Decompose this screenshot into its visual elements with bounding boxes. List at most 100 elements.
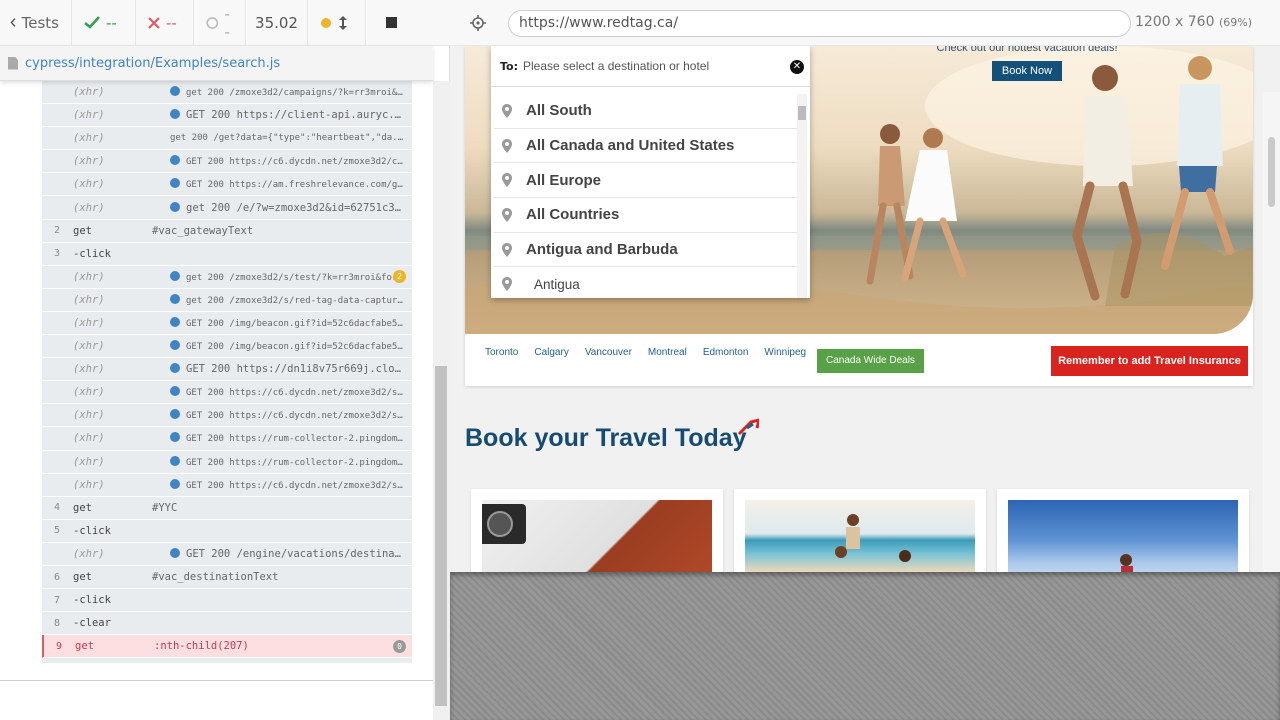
destination-option[interactable]: All South bbox=[494, 94, 797, 129]
travel-card-3[interactable] bbox=[997, 489, 1249, 572]
destination-dropdown: To: ✕ All South All Canada and United Sta… bbox=[491, 46, 810, 298]
command-row-error[interactable]: 9 get:nth-child(207) 0 bbox=[42, 635, 412, 659]
travel-card-2[interactable] bbox=[734, 489, 986, 572]
city-link-toronto[interactable]: Toronto bbox=[485, 347, 518, 358]
command-message-text: get 200 /zmoxe3d2/s/test/?k=rr3mroi&form… bbox=[186, 272, 406, 283]
command-row[interactable]: (xhr) get 200 /zmoxe3d2/campaigns/?k=rr3m… bbox=[42, 81, 412, 105]
command-row[interactable]: 4 get #YYC bbox=[42, 497, 412, 520]
destination-scrollbar[interactable] bbox=[797, 94, 807, 298]
command-row[interactable]: 8 -clear bbox=[42, 612, 412, 636]
canada-wide-deals-button[interactable]: Canada Wide Deals bbox=[817, 349, 924, 373]
xhr-status-dot-icon bbox=[170, 86, 180, 97]
command-message: GET 200 /img/beacon.gif?id=52c6dacfabe53… bbox=[170, 316, 406, 329]
command-row[interactable]: (xhr) GET 200 https://c6.dycdn.net/zmoxe3… bbox=[42, 150, 412, 174]
command-number: 4 bbox=[54, 502, 61, 514]
command-message: get 200 /get?data={"type":"heartbeat","d… bbox=[170, 133, 406, 143]
command-row[interactable]: (xhr) GET 200 /img/beacon.gif?id=52c6dacf… bbox=[42, 312, 412, 336]
command-message: get 200 /e/?w=zmoxe3d2&id=62751c32... bbox=[170, 201, 406, 214]
check-icon bbox=[84, 16, 100, 29]
city-link-montreal[interactable]: Montreal bbox=[648, 347, 687, 358]
stop-button[interactable] bbox=[366, 0, 416, 46]
map-pin-icon bbox=[502, 277, 512, 292]
command-row[interactable]: 7 -click bbox=[42, 589, 412, 613]
command-name: (xhr) bbox=[73, 86, 105, 99]
command-message-text: GET 200 https://c6.dycdn.net/zmoxe3d2/s/… bbox=[186, 388, 406, 399]
travel-insurance-button[interactable]: Remember to add Travel Insurance bbox=[1051, 346, 1248, 376]
command-row[interactable]: (xhr) GET 200 https://rum-collector-2.pin… bbox=[42, 451, 412, 474]
command-message-text: GET 200 /img/beacon.gif?id=52c6dacfabe53… bbox=[186, 342, 406, 353]
viewport-scale: (69%) bbox=[1218, 16, 1252, 29]
command-name: get bbox=[73, 224, 92, 237]
command-row[interactable]: 2 get #vac_gatewayText bbox=[42, 220, 412, 243]
aut-scroll-thumb[interactable] bbox=[1268, 137, 1275, 207]
xhr-status-dot-icon bbox=[170, 547, 180, 558]
command-message: get 200 /zmoxe3d2/s/test/?k=rr3mroi&form… bbox=[170, 270, 406, 283]
command-number: 7 bbox=[54, 594, 61, 606]
to-label: To: bbox=[500, 59, 518, 73]
command-row[interactable]: (xhr) GET 200 https://client-api.auryc.c.… bbox=[42, 104, 412, 128]
destination-label: Antigua and Barbuda bbox=[526, 241, 678, 259]
command-name: (xhr) bbox=[73, 132, 105, 145]
destination-input[interactable] bbox=[523, 59, 783, 73]
clear-icon[interactable]: ✕ bbox=[790, 60, 804, 74]
command-name: (xhr) bbox=[73, 155, 105, 168]
command-name: (xhr) bbox=[73, 363, 105, 376]
destination-option[interactable]: Antigua bbox=[494, 267, 797, 298]
command-message: get 200 /zmoxe3d2/campaigns/?k=rr3mroi&d… bbox=[170, 86, 406, 98]
command-number: 5 bbox=[54, 525, 61, 537]
command-row[interactable]: (xhr) get 200 /get?data={"type":"heartbea… bbox=[42, 127, 412, 151]
destination-option[interactable]: Antigua and Barbuda bbox=[494, 233, 797, 268]
destination-option[interactable]: All Countries bbox=[494, 198, 797, 233]
book-now-button[interactable]: Book Now bbox=[991, 61, 1063, 81]
command-row[interactable]: (xhr) get 200 /zmoxe3d2/s/red-tag-data-ca… bbox=[42, 289, 412, 312]
command-row[interactable]: (xhr) GET 200 https://am.freshrelevance.c… bbox=[42, 173, 412, 197]
command-message-text: GET 200 https://c6.dycdn.net/zmoxe3d2/s/… bbox=[186, 411, 406, 422]
woman-figure bbox=[1120, 554, 1133, 572]
city-link-calgary[interactable]: Calgary bbox=[534, 347, 568, 358]
selector-playground-icon[interactable] bbox=[470, 15, 486, 31]
destination-field[interactable]: To: ✕ bbox=[491, 46, 810, 87]
command-message-text: GET 200 https://am.freshrelevance.com/ge… bbox=[186, 180, 406, 191]
city-link-vancouver[interactable]: Vancouver bbox=[585, 347, 632, 358]
command-row[interactable]: (xhr) get 200 /e/?w=zmoxe3d2&id=62751c32.… bbox=[42, 196, 412, 220]
spec-file-bar[interactable]: cypress/integration/Examples/search.js bbox=[0, 46, 433, 81]
command-row[interactable]: (xhr) GET 200 https://c6.dycdn.net/zmoxe3… bbox=[42, 474, 412, 497]
viewport-dimensions: 1200 x 760 bbox=[1134, 14, 1215, 30]
autoscroll-toggle[interactable] bbox=[308, 0, 366, 46]
destination-option[interactable]: All Europe bbox=[494, 163, 797, 199]
command-message: #vac_gatewayText bbox=[152, 225, 406, 237]
travel-card-1[interactable] bbox=[471, 489, 723, 572]
url-bar[interactable]: https://www.redtag.ca/ bbox=[508, 10, 1131, 37]
aut-scrollbar[interactable] bbox=[1263, 92, 1280, 572]
command-message: GET 200 https://am.freshrelevance.com/ge… bbox=[170, 178, 406, 190]
command-row[interactable]: 6 get #vac_destinationText bbox=[42, 566, 412, 590]
command-row[interactable]: (xhr) get 200 /zmoxe3d2/s/test/?k=rr3mroi… bbox=[42, 266, 412, 289]
command-name: get bbox=[73, 571, 92, 584]
command-row[interactable]: 5 -click bbox=[42, 520, 412, 543]
command-row[interactable]: (xhr) GET 200 https://c6.dycdn.net/zmoxe3… bbox=[42, 404, 412, 428]
command-row[interactable]: (xhr) GET 200 https://dn1i8v75r669j.clou.… bbox=[42, 358, 412, 382]
duration: 35.02 bbox=[246, 0, 308, 46]
runner-header: Tests -- -- -- 35.02 bbox=[0, 0, 450, 46]
command-row[interactable]: (xhr) GET 200 https://c6.dycdn.net/zmoxe3… bbox=[42, 381, 412, 405]
back-to-tests-button[interactable]: Tests bbox=[0, 0, 72, 46]
destination-scroll-thumb[interactable] bbox=[798, 106, 806, 120]
runner-scrollbar[interactable] bbox=[433, 81, 450, 720]
city-link-winnipeg[interactable]: Winnipeg bbox=[764, 347, 806, 358]
destination-option[interactable]: All Canada and United States bbox=[494, 129, 797, 164]
command-row[interactable]: (xhr) GET 200 /img/beacon.gif?id=52c6dacf… bbox=[42, 335, 412, 359]
command-name: (xhr) bbox=[73, 270, 105, 283]
command-row[interactable]: 3 -click bbox=[42, 243, 412, 266]
command-message-text: #vac_destinationText bbox=[152, 571, 279, 584]
city-links: Toronto Calgary Vancouver Montreal Edmonton W… bbox=[485, 347, 822, 358]
command-message: #YYC bbox=[152, 502, 406, 514]
spec-path[interactable]: cypress/integration/Examples/search.js bbox=[25, 56, 280, 71]
scrollbar-thumb[interactable] bbox=[435, 366, 447, 706]
command-row[interactable]: (xhr) GET 200 https://rum-collector-2.pin… bbox=[42, 427, 412, 451]
map-pin-icon bbox=[502, 173, 512, 188]
command-row[interactable]: (xhr) GET 200 /engine/vacations/destinat.… bbox=[42, 543, 412, 566]
command-name: (xhr) bbox=[73, 201, 105, 214]
city-link-edmonton[interactable]: Edmonton bbox=[703, 347, 749, 358]
command-message-text: get 200 /get?data={"type":"heartbeat","d… bbox=[170, 133, 406, 144]
command-message-text: GET 200 https://client-api.auryc.c... bbox=[186, 109, 406, 122]
